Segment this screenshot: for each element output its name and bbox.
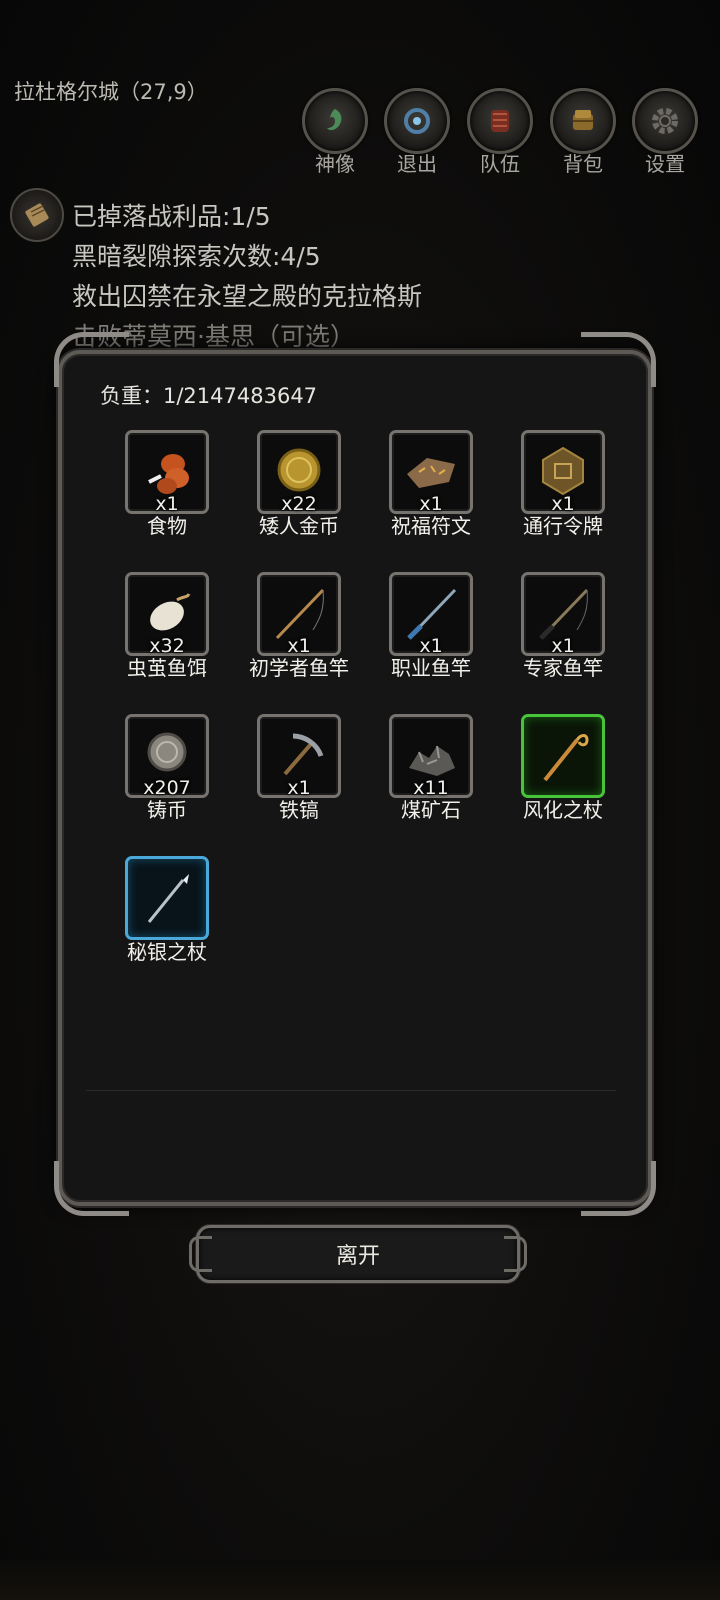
item-quantity: x1 (419, 635, 443, 657)
item-quantity: x32 (149, 635, 185, 657)
nav-button-exit[interactable]: 退出 (382, 88, 452, 177)
item-quantity: x1 (419, 493, 443, 515)
weight-label: 负重：1/2147483647 (100, 384, 318, 408)
item-slot: x1 (257, 714, 341, 799)
location-label: 拉杜格尔城（27,9） (14, 80, 208, 104)
item-quantity: x207 (143, 777, 191, 799)
top-nav: 神像 退出 队伍 背包 设置 (300, 88, 720, 176)
statue-icon (302, 88, 368, 154)
silver-coin-icon (147, 732, 187, 772)
item-slot: x1 (521, 572, 605, 657)
item-slot: x207 (125, 714, 209, 799)
inventory-item-beginner-rod[interactable]: x1 初学者鱼竿 (244, 572, 354, 681)
quest-item: 救出囚禁在永望之殿的克拉格斯 (72, 282, 423, 311)
inventory-item-dwarf-gold-coin[interactable]: x22 矮人金币 (244, 430, 354, 539)
quest-scroll-icon[interactable] (10, 188, 64, 242)
inventory-item-food[interactable]: x1 食物 (112, 430, 222, 539)
item-quantity: x1 (551, 493, 575, 515)
nav-button-statue[interactable]: 神像 (300, 88, 370, 177)
nav-button-backpack[interactable]: 背包 (548, 88, 618, 177)
exit-portal-icon (384, 88, 450, 154)
item-slot (125, 856, 209, 940)
item-slot: x1 (125, 430, 209, 515)
inventory-item-expert-rod[interactable]: x1 专家鱼竿 (508, 572, 618, 681)
item-quantity: x1 (287, 777, 311, 799)
frame-ornament (581, 1161, 656, 1216)
backpack-icon (550, 88, 616, 154)
nav-label-exit: 退出 (397, 152, 437, 176)
item-quantity: x11 (413, 777, 449, 799)
item-slot: x22 (257, 430, 341, 515)
leave-button[interactable]: 离开 (189, 1225, 527, 1283)
item-slot: x1 (257, 572, 341, 657)
cocoon-bait-icon (150, 593, 191, 631)
party-icon (467, 88, 533, 154)
item-name: 秘银之杖 (127, 940, 207, 964)
rune-stone-icon (407, 458, 455, 488)
inventory-item-pro-rod[interactable]: x1 职业鱼竿 (376, 572, 486, 681)
quest-item: 黑暗裂隙探索次数:4/5 (72, 242, 321, 271)
pickaxe-icon (283, 733, 324, 776)
meat-icon (148, 454, 189, 494)
gold-coin-icon (277, 448, 321, 492)
inventory-item-coal-ore[interactable]: x11 煤矿石 (376, 714, 486, 823)
item-quantity: x1 (551, 635, 575, 657)
inventory-item-mithril-staff[interactable]: 秘银之杖 (112, 856, 222, 965)
coal-ore-icon (409, 745, 455, 776)
item-slot (521, 714, 605, 798)
inventory-item-iron-pickaxe[interactable]: x1 铁镐 (244, 714, 354, 823)
background-glow (0, 1560, 720, 1600)
nav-button-settings[interactable]: 设置 (630, 88, 700, 177)
inventory-panel: 负重：1/2147483647 x1 食物 x22 矮人金币 x1 祝福符文 x… (54, 332, 656, 1216)
inventory-item-cocoon-bait[interactable]: x32 虫茧鱼饵 (112, 572, 222, 681)
nav-label-party: 队伍 (480, 152, 520, 176)
item-quantity: x1 (287, 635, 311, 657)
wooden-staff-icon (543, 734, 589, 782)
mithril-staff-icon (147, 874, 189, 923)
gear-icon (632, 88, 698, 154)
item-quantity: x22 (281, 493, 317, 515)
quest-item: 已掉落战利品:1/5 (72, 202, 271, 231)
inventory-item-weathered-staff[interactable]: 风化之杖 (508, 714, 618, 823)
item-quantity: x1 (155, 493, 179, 515)
item-slot: x1 (389, 572, 473, 657)
inventory-item-blessing-rune[interactable]: x1 祝福符文 (376, 430, 486, 539)
frame-ornament (54, 1161, 129, 1216)
item-slot: x1 (521, 430, 605, 515)
item-name: 风化之杖 (523, 798, 603, 822)
nav-label-backpack: 背包 (563, 152, 603, 176)
pass-token-icon (542, 446, 584, 496)
nav-button-party[interactable]: 队伍 (465, 88, 535, 177)
item-slot: x32 (125, 572, 209, 657)
nav-label-statue: 神像 (315, 152, 355, 176)
inventory-item-pass-token[interactable]: x1 通行令牌 (508, 430, 618, 539)
item-slot: x11 (389, 714, 473, 799)
nav-label-settings: 设置 (645, 152, 685, 176)
item-slot: x1 (389, 430, 473, 515)
inventory-item-minted-coin[interactable]: x207 铸币 (112, 714, 222, 823)
